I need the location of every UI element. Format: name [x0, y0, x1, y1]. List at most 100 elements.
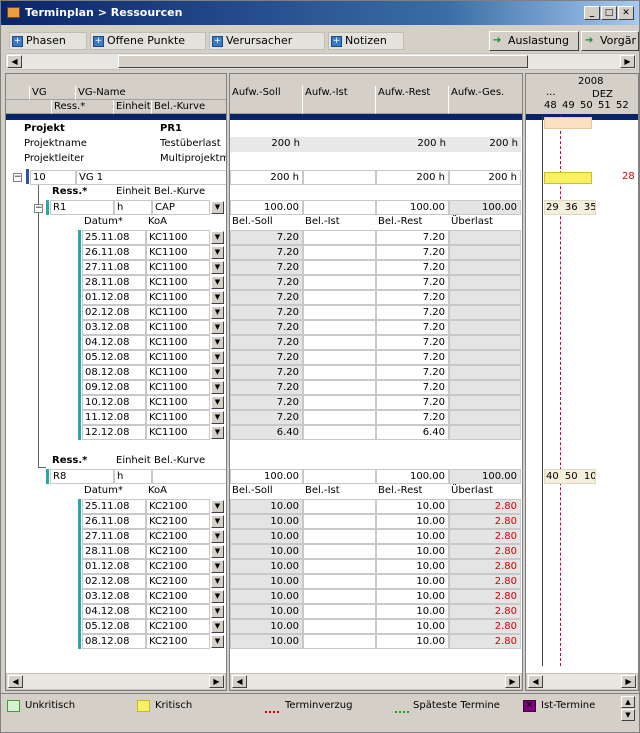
r8-row-bel-rest[interactable]: 10.00	[376, 514, 449, 529]
r8-row-koa[interactable]: KC2100	[146, 499, 210, 514]
r1-row-koa-dropdown-icon[interactable]: ▼	[211, 246, 224, 259]
header-aufw-rest[interactable]: Aufw.-Rest	[376, 86, 449, 114]
header-aufw-ges[interactable]: Aufw.-Ges.	[449, 86, 522, 114]
maximize-button[interactable]: □	[601, 6, 617, 20]
r1-row-koa[interactable]: KC1100	[146, 365, 210, 380]
r8-row-koa-dropdown-icon[interactable]: ▼	[211, 545, 224, 558]
r1-row-bel-rest[interactable]: 7.20	[376, 245, 449, 260]
r1-row-bel-rest[interactable]: 7.20	[376, 230, 449, 245]
scroll-thumb[interactable]	[118, 55, 528, 68]
r1-row-datum[interactable]: 11.12.08	[82, 410, 146, 425]
close-button[interactable]: ✕	[618, 6, 634, 20]
r1-row-koa-dropdown-icon[interactable]: ▼	[211, 276, 224, 289]
r1-row-bel-rest[interactable]: 7.20	[376, 365, 449, 380]
r8-row-datum[interactable]: 04.12.08	[82, 604, 146, 619]
tab-offene-punkte[interactable]: + Offene Punkte	[90, 32, 206, 50]
r1-row-koa[interactable]: KC1100	[146, 335, 210, 350]
r1-row-koa-dropdown-icon[interactable]: ▼	[211, 426, 224, 439]
r1-row-datum[interactable]: 09.12.08	[82, 380, 146, 395]
gantt-horizontal-scrollbar[interactable]: ◀ ▶	[526, 673, 638, 690]
r8-row-datum[interactable]: 25.11.08	[82, 499, 146, 514]
r8-curve[interactable]	[152, 469, 226, 484]
r8-row-koa-dropdown-icon[interactable]: ▼	[211, 560, 224, 573]
mid-horizontal-scrollbar[interactable]: ◀ ▶	[230, 673, 522, 690]
vg-number[interactable]: 10	[30, 170, 76, 185]
r8-row-bel-ist[interactable]	[303, 634, 376, 649]
r8-unit[interactable]: h	[114, 469, 152, 484]
legend-scroll-up-icon[interactable]: ▲	[621, 696, 635, 708]
r1-row-datum[interactable]: 25.11.08	[82, 230, 146, 245]
r1-row-koa[interactable]: KC1100	[146, 380, 210, 395]
r1-soll[interactable]: 100.00	[230, 200, 303, 215]
r1-row-bel-rest[interactable]: 7.20	[376, 320, 449, 335]
header-bel-kurve[interactable]: Bel.-Kurve	[152, 100, 226, 114]
r8-row-koa-dropdown-icon[interactable]: ▼	[211, 620, 224, 633]
r1-row-bel-rest[interactable]: 7.20	[376, 350, 449, 365]
r1-row-koa-dropdown-icon[interactable]: ▼	[211, 336, 224, 349]
r1-row-koa[interactable]: KC1100	[146, 320, 210, 335]
r1-curve[interactable]: CAP	[152, 200, 210, 215]
project-bar[interactable]	[544, 117, 592, 129]
r1-row-koa[interactable]: KC1100	[146, 410, 210, 425]
r1-row-datum[interactable]: 26.11.08	[82, 245, 146, 260]
r1-row-koa[interactable]: KC1100	[146, 350, 210, 365]
left-horizontal-scrollbar[interactable]: ◀ ▶	[6, 673, 226, 690]
r8-row-koa-dropdown-icon[interactable]: ▼	[211, 635, 224, 648]
vg-rest[interactable]: 200 h	[376, 170, 449, 185]
r8-row-bel-rest[interactable]: 10.00	[376, 589, 449, 604]
r1-row-koa-dropdown-icon[interactable]: ▼	[211, 396, 224, 409]
r8-row-koa-dropdown-icon[interactable]: ▼	[211, 500, 224, 513]
tab-notizen[interactable]: + Notizen	[328, 32, 404, 50]
r8-gantt-load[interactable]: 40 50 10	[544, 469, 596, 484]
r8-row-bel-rest[interactable]: 10.00	[376, 604, 449, 619]
r8-row-datum[interactable]: 05.12.08	[82, 619, 146, 634]
r8-row-koa[interactable]: KC2100	[146, 529, 210, 544]
r1-row-koa-dropdown-icon[interactable]: ▼	[211, 321, 224, 334]
r8-row-bel-ist[interactable]	[303, 514, 376, 529]
r8-row-koa[interactable]: KC2100	[146, 574, 210, 589]
r1-row-koa[interactable]: KC1100	[146, 230, 210, 245]
r8-row-datum[interactable]: 26.11.08	[82, 514, 146, 529]
vg-ist[interactable]	[303, 170, 376, 185]
r8-row-datum[interactable]: 03.12.08	[82, 589, 146, 604]
vg-critical-bar[interactable]	[544, 172, 592, 184]
r8-row-koa-dropdown-icon[interactable]: ▼	[211, 590, 224, 603]
r1-row-koa[interactable]: KC1100	[146, 425, 210, 440]
r1-row-bel-rest[interactable]: 7.20	[376, 305, 449, 320]
header-einheit[interactable]: Einheit	[114, 100, 152, 114]
r8-row-koa-dropdown-icon[interactable]: ▼	[211, 530, 224, 543]
r8-row-datum[interactable]: 28.11.08	[82, 544, 146, 559]
r1-row-bel-rest[interactable]: 7.20	[376, 275, 449, 290]
r1-row-koa-dropdown-icon[interactable]: ▼	[211, 351, 224, 364]
r1-row-datum[interactable]: 27.11.08	[82, 260, 146, 275]
r1-row-datum[interactable]: 01.12.08	[82, 290, 146, 305]
r1-row-bel-rest[interactable]: 7.20	[376, 380, 449, 395]
r1-row-koa[interactable]: KC1100	[146, 290, 210, 305]
r8-row-bel-rest[interactable]: 10.00	[376, 559, 449, 574]
r8-row-bel-ist[interactable]	[303, 529, 376, 544]
r1-row-bel-ist[interactable]	[303, 350, 376, 365]
r1-row-bel-ist[interactable]	[303, 395, 376, 410]
r1-name[interactable]: R1	[50, 200, 114, 215]
r8-row-koa[interactable]: KC2100	[146, 589, 210, 604]
r1-row-bel-ist[interactable]	[303, 365, 376, 380]
r8-row-bel-ist[interactable]	[303, 544, 376, 559]
r8-row-bel-rest[interactable]: 10.00	[376, 634, 449, 649]
r8-row-koa-dropdown-icon[interactable]: ▼	[211, 575, 224, 588]
r1-row-datum[interactable]: 12.12.08	[82, 425, 146, 440]
r1-row-koa-dropdown-icon[interactable]: ▼	[211, 261, 224, 274]
header-aufw-ist[interactable]: Aufw.-Ist	[303, 86, 376, 114]
r1-row-bel-ist[interactable]	[303, 380, 376, 395]
r8-row-bel-rest[interactable]: 10.00	[376, 529, 449, 544]
r1-row-bel-ist[interactable]	[303, 410, 376, 425]
r8-row-koa-dropdown-icon[interactable]: ▼	[211, 515, 224, 528]
r1-row-koa-dropdown-icon[interactable]: ▼	[211, 381, 224, 394]
r8-row-bel-ist[interactable]	[303, 619, 376, 634]
r1-row-bel-ist[interactable]	[303, 230, 376, 245]
r8-row-bel-ist[interactable]	[303, 604, 376, 619]
r1-row-bel-rest[interactable]: 7.20	[376, 290, 449, 305]
r8-row-bel-ist[interactable]	[303, 499, 376, 514]
legend-scroll-down-icon[interactable]: ▼	[621, 709, 635, 721]
r8-row-bel-rest[interactable]: 10.00	[376, 574, 449, 589]
header-vg-name[interactable]: VG-Name	[76, 86, 226, 100]
